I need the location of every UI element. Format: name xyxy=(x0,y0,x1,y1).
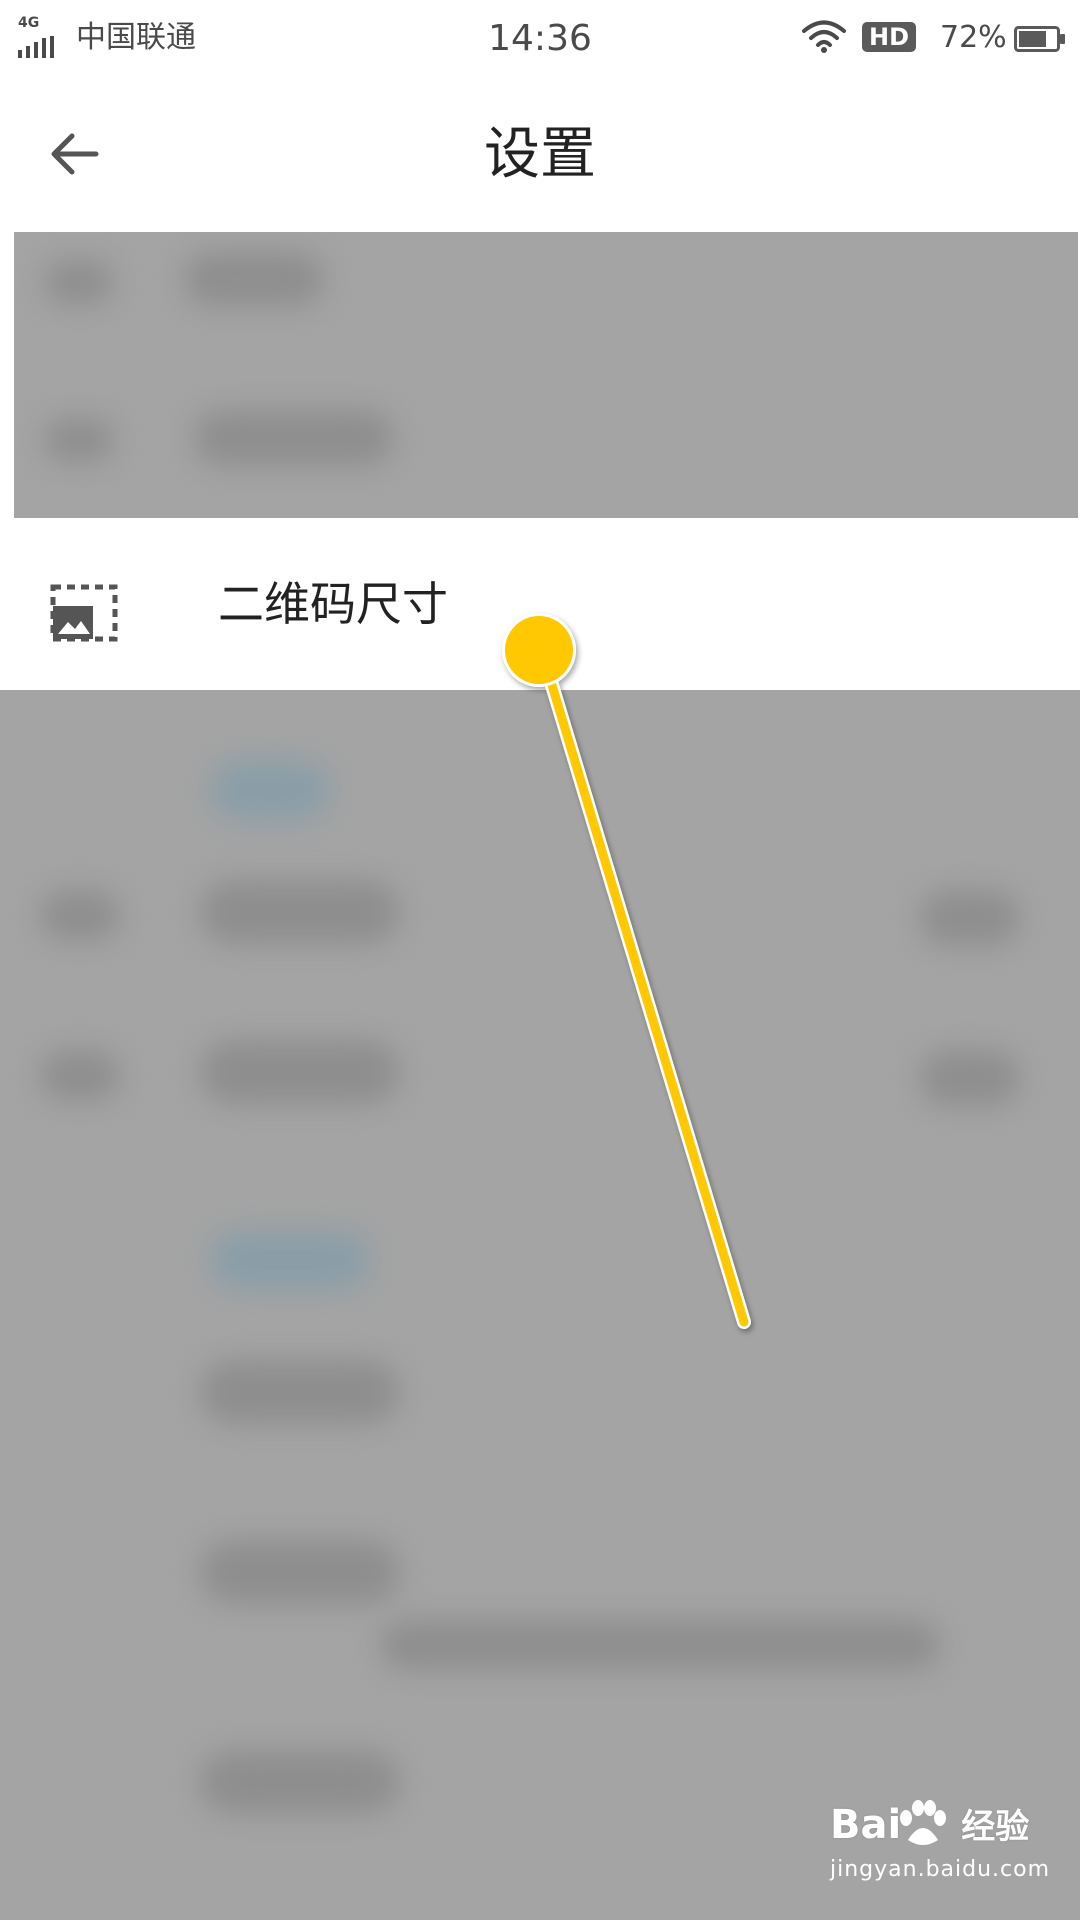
dimmed-settings-bottom xyxy=(0,690,1080,1920)
dimmed-settings-top xyxy=(14,232,1078,518)
watermark-brand-prefix: Bai xyxy=(830,1802,902,1848)
wifi-icon xyxy=(802,20,846,53)
watermark-url: jingyan.baidu.com xyxy=(830,1857,1051,1882)
hd-badge: HD xyxy=(862,22,916,52)
image-frame-icon xyxy=(50,584,118,642)
paw-icon xyxy=(900,1800,946,1845)
qr-size-label: 二维码尺寸 xyxy=(218,577,448,631)
status-clock: 14:36 xyxy=(488,18,592,59)
watermark-brand-suffix: 经验 xyxy=(961,1807,1030,1847)
qr-size-setting-row[interactable]: 二维码尺寸 xyxy=(0,518,1080,690)
battery-icon xyxy=(1014,26,1065,52)
battery-percent: 72% xyxy=(940,20,1007,55)
status-bar: 4G 中国联通 14:36 HD 72% xyxy=(0,0,1080,80)
baidu-jingyan-watermark: Bai 经验 jingyan.baidu.com xyxy=(830,1800,1070,1900)
page-title: 设置 xyxy=(484,122,596,187)
title-bar: 设置 xyxy=(0,80,1080,232)
